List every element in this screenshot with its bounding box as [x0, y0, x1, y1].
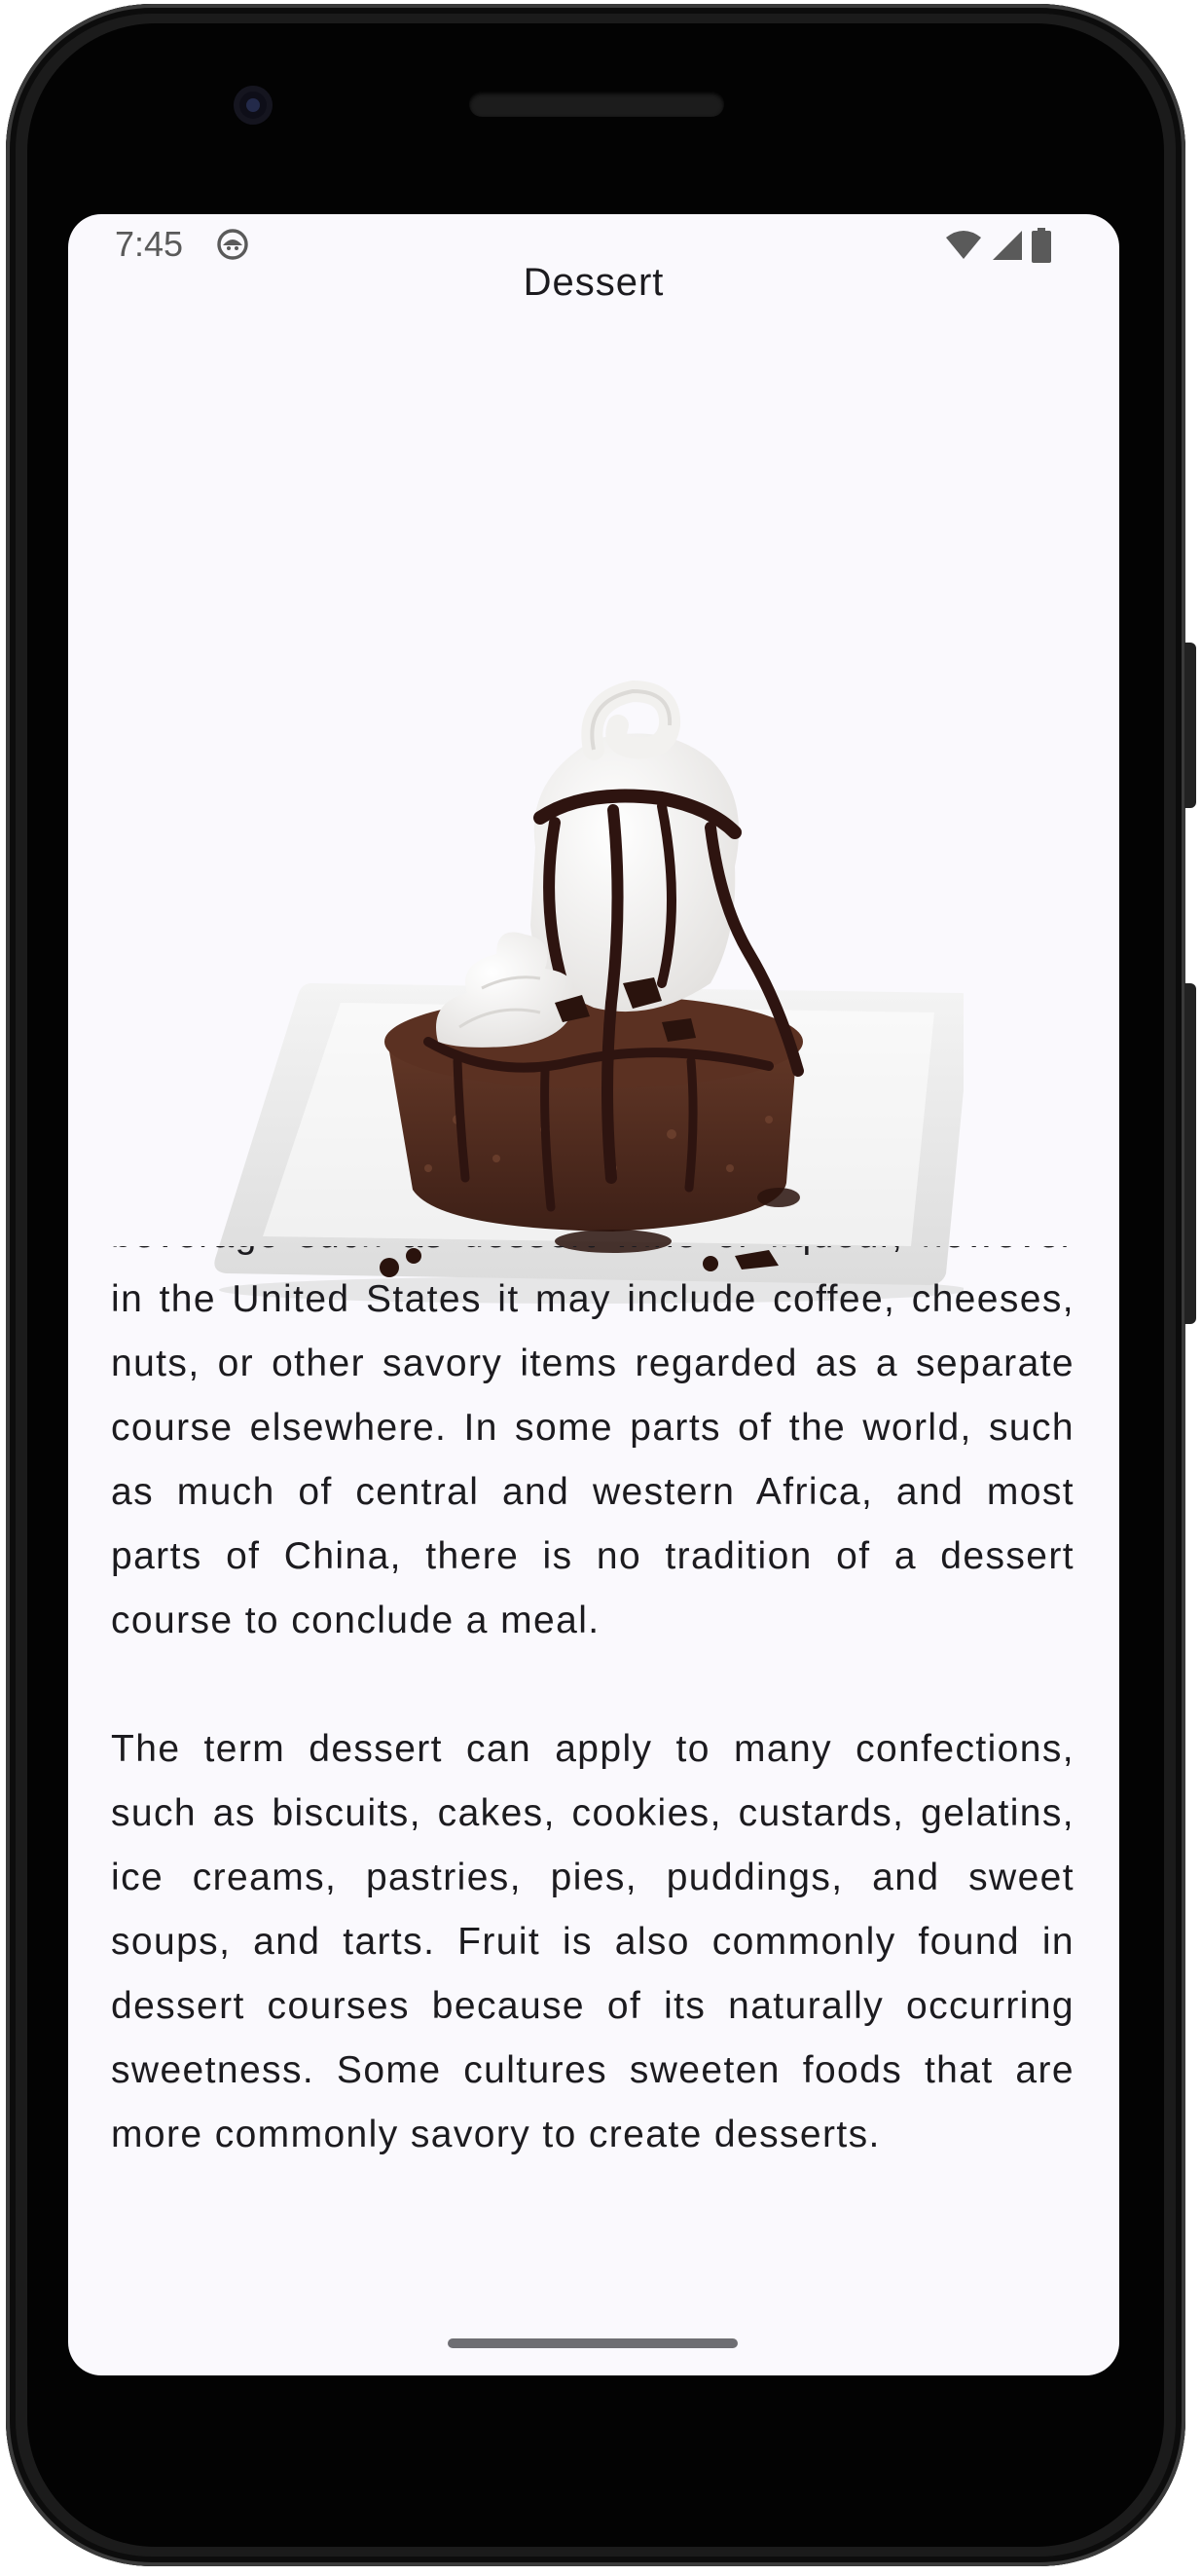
home-indicator[interactable]: [448, 2338, 738, 2348]
paragraph-container: beverage such as dessert wine or liqueur…: [111, 1246, 1075, 2231]
dessert-image: [214, 680, 964, 1304]
earpiece-speaker: [469, 92, 724, 117]
description-text: beverage such as dessert wine or liqueur…: [111, 1246, 1075, 2337]
paragraph-2: The term dessert can apply to many confe…: [111, 1728, 1075, 2155]
cellular-signal-icon: [993, 231, 1022, 260]
app-screen: 7:45 Dessert in the United States it may…: [68, 214, 1119, 2375]
status-icons: [944, 228, 1051, 263]
android-app-icon: [217, 229, 248, 260]
volume-button: [1184, 983, 1196, 1324]
battery-icon: [1032, 228, 1051, 263]
phone-device: 7:45 Dessert in the United States it may…: [0, 0, 1202, 2576]
power-button: [1184, 643, 1196, 808]
front-camera: [234, 86, 273, 125]
paragraph-1: beverage such as dessert wine or liqueur…: [111, 1246, 1075, 1641]
wifi-icon: [946, 231, 981, 259]
page-title: Dessert: [523, 261, 665, 304]
status-time: 7:45: [115, 224, 184, 264]
